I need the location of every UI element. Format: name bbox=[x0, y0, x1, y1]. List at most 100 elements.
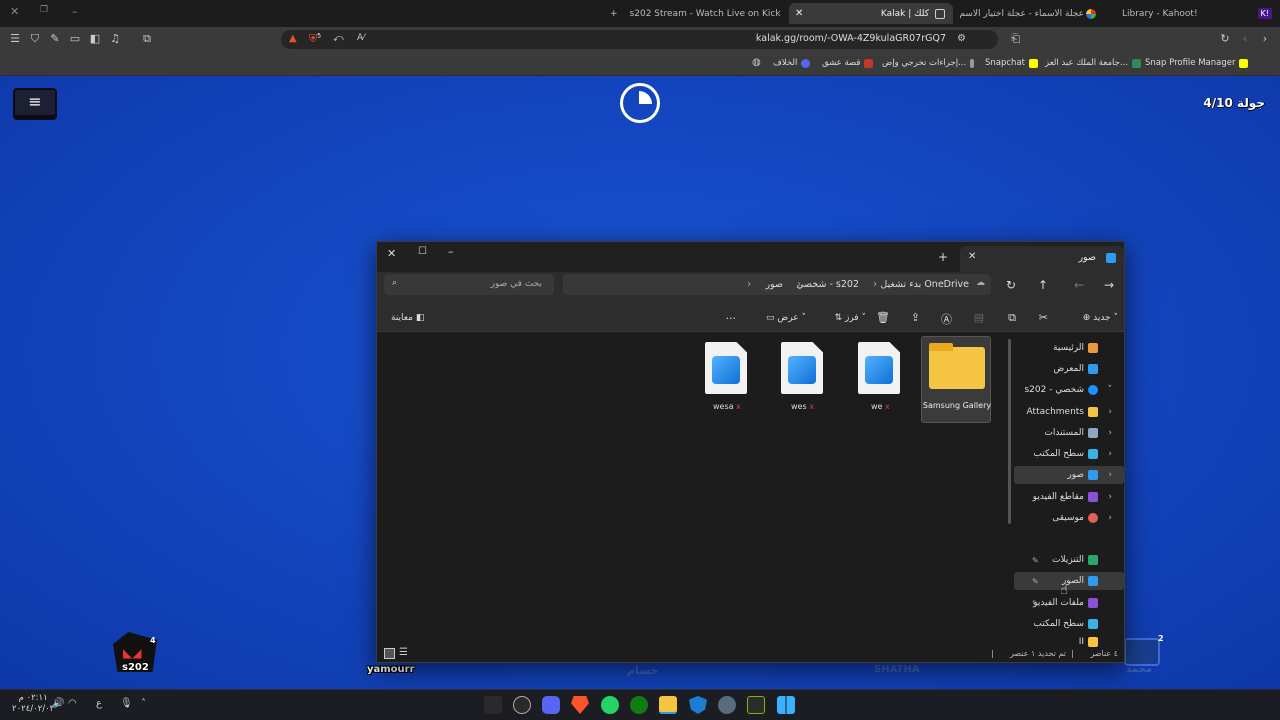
sidebar-item-attachments[interactable]: Attachments › bbox=[1014, 403, 1124, 421]
breadcrumb[interactable]: ☁ بدء تشغيل OneDrive › شخصي - s202 › صور… bbox=[563, 274, 991, 295]
close-window-icon[interactable]: ✕ bbox=[387, 247, 396, 260]
file-wesa[interactable] bbox=[705, 342, 747, 394]
chatgpt-icon[interactable] bbox=[513, 696, 531, 714]
delete-icon[interactable]: 🗑 bbox=[876, 311, 890, 324]
sidebar-item-music[interactable]: موسيقى › bbox=[1014, 509, 1124, 527]
chevron-right-icon[interactable]: › bbox=[1108, 492, 1112, 502]
input-language[interactable]: ع bbox=[96, 698, 102, 709]
new-tab-button[interactable]: + bbox=[938, 250, 948, 264]
sidebar-item-desktop-2[interactable]: سطح المكتب bbox=[1014, 615, 1124, 633]
details-view-icon[interactable] bbox=[384, 648, 395, 659]
sidebar-icon[interactable]: ◧ bbox=[88, 32, 102, 45]
minimize-window-icon[interactable]: – bbox=[72, 5, 78, 18]
list-view-icon[interactable]: ☰ bbox=[399, 647, 408, 658]
screenshot-icon[interactable]: ⧉ bbox=[140, 32, 154, 46]
globe-icon[interactable]: ◍ bbox=[752, 57, 761, 68]
search-input[interactable]: ⌕ بحث في صور bbox=[384, 274, 554, 295]
more-options-button[interactable]: ... bbox=[726, 309, 737, 322]
whatsapp-icon[interactable] bbox=[601, 696, 619, 714]
bookmark-snapchat[interactable]: Snapchat bbox=[985, 58, 1038, 68]
tab-kahoot[interactable]: Library - Kahoot! K! bbox=[1100, 3, 1280, 24]
bookmark-icon[interactable]: ⎗ bbox=[1011, 32, 1020, 46]
refresh-icon[interactable]: ↻ bbox=[1006, 278, 1016, 292]
file-wes[interactable] bbox=[781, 342, 823, 394]
sidebar-item-videos[interactable]: مقاطع الفيديو › bbox=[1014, 488, 1124, 506]
bookmark-snap-profile-manager[interactable]: Snap Profile Manager bbox=[1145, 58, 1249, 68]
breadcrumb-pictures[interactable]: صور bbox=[765, 279, 783, 290]
sidebar-item-pictures-pinned[interactable]: ✎ الصور bbox=[1014, 572, 1124, 590]
sidebar-item-pictures[interactable]: صور › bbox=[1014, 466, 1124, 484]
share-icon[interactable]: ⇪ bbox=[911, 311, 920, 324]
breadcrumb-onedrive[interactable]: بدء تشغيل OneDrive bbox=[880, 279, 969, 290]
file-we[interactable] bbox=[858, 342, 900, 394]
app-icon-1[interactable] bbox=[484, 696, 502, 714]
file-explorer-icon[interactable] bbox=[659, 696, 677, 714]
sidebar-item-gallery[interactable]: المعرض bbox=[1014, 360, 1124, 378]
preview-pane-button[interactable]: معاينة ◧ bbox=[391, 313, 424, 323]
bookmark-graduation[interactable]: إجراءات تخرجي وإض... bbox=[882, 58, 975, 68]
forward-icon[interactable]: ‹ bbox=[1238, 32, 1252, 45]
brave-icon[interactable] bbox=[571, 696, 589, 714]
explorer-tab-pictures[interactable]: ✕ صور bbox=[960, 246, 1124, 272]
brave-shield-icon[interactable]: ⛨5 bbox=[309, 32, 321, 46]
new-button[interactable]: ⊕ جديد ˅ bbox=[1083, 313, 1118, 323]
address-bar[interactable]: ▲ ⛨5 ⤺ A⁄ kalak.gg/room/-OWA-4Z9kulaGR07… bbox=[281, 30, 1020, 49]
sidebar-item-desktop[interactable]: سطح المكتب › bbox=[1014, 445, 1124, 463]
pen-icon[interactable]: ✎ bbox=[48, 32, 62, 45]
settings-icon[interactable] bbox=[718, 696, 736, 714]
up-icon[interactable]: ↑ bbox=[1038, 278, 1048, 292]
sidebar-item-home[interactable]: الرئيسية bbox=[1014, 339, 1124, 357]
clock[interactable]: ٠٢:١١ م ٢٠٢٤/٠٢/٠٣ bbox=[12, 693, 54, 715]
cut-icon[interactable]: ✂ bbox=[1039, 311, 1048, 324]
shield-icon[interactable]: ⛉ bbox=[28, 32, 42, 46]
share-icon[interactable]: ⤺ bbox=[333, 33, 344, 44]
close-tab-icon[interactable]: ✕ bbox=[968, 251, 976, 262]
sidebar-item-video-files[interactable]: ✎ ملفات الفيديو bbox=[1014, 594, 1124, 612]
volume-icon[interactable]: 🔊 bbox=[52, 698, 64, 709]
tab-kalak[interactable]: ✕ Kalak | كلك bbox=[789, 3, 953, 24]
chevron-right-icon[interactable]: › bbox=[1108, 513, 1112, 523]
discord-icon[interactable] bbox=[542, 696, 560, 714]
windows-start-icon[interactable] bbox=[777, 696, 795, 714]
restore-window-icon[interactable]: ❐ bbox=[40, 5, 48, 15]
copy-icon[interactable]: ⧉ bbox=[1008, 311, 1016, 325]
minimize-window-icon[interactable]: – bbox=[448, 245, 454, 258]
close-window-icon[interactable]: ✕ bbox=[10, 5, 19, 18]
chevron-right-icon[interactable]: › bbox=[1108, 449, 1112, 459]
translate-icon[interactable]: A⁄ bbox=[357, 33, 365, 43]
tab-wheel-of-names[interactable]: عجلة الأسماء - عجلة اختيار الاسم العشوائ… bbox=[958, 3, 1098, 24]
forward-icon[interactable]: → bbox=[1104, 278, 1114, 292]
defender-icon[interactable] bbox=[689, 696, 707, 714]
paste-icon[interactable]: ▤ bbox=[974, 311, 984, 324]
music-icon[interactable]: ♫ bbox=[108, 32, 122, 45]
game-menu-button[interactable]: ≡ bbox=[13, 88, 57, 117]
brave-rewards-icon[interactable]: ▲ bbox=[289, 33, 297, 44]
folder-samsung-gallery[interactable]: Samsung Gallery bbox=[921, 336, 991, 423]
view-button[interactable]: ▭ عرض ˅ bbox=[766, 313, 806, 323]
wifi-icon[interactable]: ◠ bbox=[68, 698, 77, 709]
chevron-right-icon[interactable]: › bbox=[1108, 428, 1112, 438]
add-tab-icon[interactable]: + bbox=[610, 9, 618, 19]
reload-icon[interactable]: ↻ bbox=[1218, 32, 1232, 45]
sidebar-item-downloads[interactable]: ✎ التنزيلات bbox=[1014, 551, 1124, 569]
back-icon[interactable]: › bbox=[1258, 32, 1272, 45]
chevron-up-icon[interactable]: ˄ bbox=[141, 698, 146, 709]
chevron-right-icon[interactable]: › bbox=[1108, 407, 1112, 417]
rename-icon[interactable]: Ⓐ bbox=[941, 311, 952, 327]
bookmark-kau[interactable]: جامعة الملك عبد العز... bbox=[1045, 58, 1141, 68]
sidebar-item-documents[interactable]: المستندات › bbox=[1014, 424, 1124, 442]
bookmark-love-story[interactable]: قصة عشق bbox=[822, 58, 874, 68]
sidebar-item-onedrive-personal[interactable]: s202 - شخصي ˅ bbox=[1014, 381, 1124, 399]
bookmark-khilaf[interactable]: الخلاف bbox=[773, 58, 811, 68]
site-settings-icon[interactable]: ⚙ bbox=[957, 33, 966, 44]
menu-icon[interactable]: ☰ bbox=[8, 32, 22, 45]
chevron-down-icon[interactable]: ˅ bbox=[1108, 385, 1113, 395]
chevron-right-icon[interactable]: › bbox=[1108, 470, 1112, 480]
wallet-icon[interactable]: ▭ bbox=[68, 32, 82, 45]
maximize-window-icon[interactable]: ☐ bbox=[418, 246, 427, 257]
microphone-icon[interactable]: 🎙 bbox=[120, 698, 133, 709]
back-icon[interactable]: ← bbox=[1074, 278, 1084, 292]
close-tab-icon[interactable]: ✕ bbox=[795, 8, 803, 19]
nvidia-icon[interactable] bbox=[747, 696, 765, 714]
xbox-icon[interactable] bbox=[630, 696, 648, 714]
